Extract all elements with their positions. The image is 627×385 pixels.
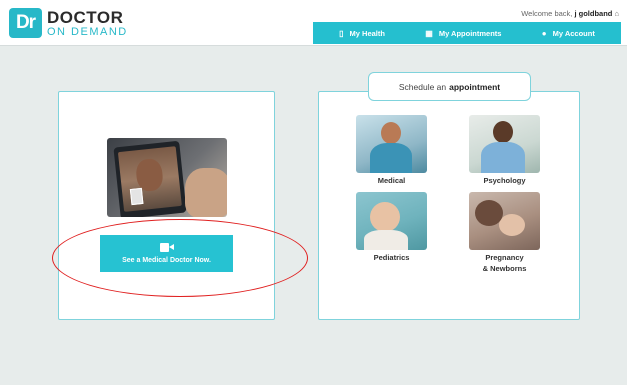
nav-my-appointments[interactable]: ▦ My Appointments	[425, 29, 501, 38]
schedule-appointment-heading: Schedule an appointment	[368, 72, 531, 101]
see-doctor-now-label: See a Medical Doctor Now.	[122, 257, 211, 264]
category-pediatrics-label: Pediatrics	[373, 253, 410, 262]
logo-text: DOCTOR ON DEMAND	[47, 9, 128, 38]
person-icon: ●	[541, 28, 547, 38]
nav-my-appointments-label: My Appointments	[438, 28, 502, 38]
schedule-prefix: Schedule an	[398, 81, 447, 92]
main-nav: ▯ My Health ▦ My Appointments ● My Accou…	[313, 22, 621, 44]
logo-bottom-text: ON DEMAND	[47, 25, 128, 38]
nav-my-account[interactable]: ● My Account	[542, 29, 595, 38]
video-visit-image	[107, 138, 227, 217]
category-pediatrics[interactable]: Pediatrics	[356, 192, 427, 264]
home-icon[interactable]: ⌂	[614, 9, 619, 18]
nav-my-account-label: My Account	[552, 28, 595, 38]
pregnancy-photo	[469, 192, 540, 250]
see-doctor-now-button[interactable]: See a Medical Doctor Now.	[100, 235, 233, 272]
welcome-prefix: Welcome back,	[521, 9, 575, 18]
tablet-graphic	[113, 140, 187, 217]
schedule-bold: appointment	[449, 81, 501, 92]
header: Dr DOCTOR ON DEMAND Welcome back, j gold…	[0, 0, 627, 46]
psychology-photo	[469, 115, 540, 173]
category-pregnancy-label: Pregnancy & Newborns	[482, 253, 527, 273]
document-icon: ▯	[339, 28, 344, 38]
see-doctor-now-panel: See a Medical Doctor Now.	[58, 91, 275, 320]
video-camera-icon	[159, 243, 174, 252]
username[interactable]: j goldband	[574, 9, 612, 18]
nav-my-health[interactable]: ▯ My Health	[339, 29, 385, 38]
category-medical[interactable]: Medical	[356, 115, 427, 187]
medical-photo	[356, 115, 427, 173]
nav-my-health-label: My Health	[349, 28, 385, 38]
category-pregnancy-newborns[interactable]: Pregnancy & Newborns	[469, 192, 540, 274]
category-medical-label: Medical	[377, 176, 406, 185]
welcome-message: Welcome back, j goldband ⌂	[521, 9, 619, 18]
category-psychology-label: Psychology	[483, 176, 526, 185]
logo-top-text: DOCTOR	[47, 7, 124, 27]
category-psychology[interactable]: Psychology	[469, 115, 540, 187]
calendar-icon: ▦	[425, 28, 433, 38]
logo[interactable]: Dr DOCTOR ON DEMAND	[9, 8, 128, 38]
pediatrics-photo	[356, 192, 427, 250]
logo-badge: Dr	[9, 8, 42, 38]
